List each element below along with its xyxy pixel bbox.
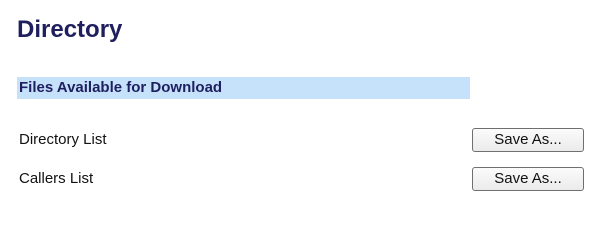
- page-title: Directory: [17, 16, 123, 43]
- directory-list-label: Directory List: [19, 131, 107, 148]
- callers-list-label: Callers List: [19, 170, 94, 187]
- section-header: Files Available for Download: [17, 77, 470, 99]
- callers-list-save-as-button[interactable]: Save As...: [472, 167, 584, 191]
- directory-list-save-as-button[interactable]: Save As...: [472, 128, 584, 152]
